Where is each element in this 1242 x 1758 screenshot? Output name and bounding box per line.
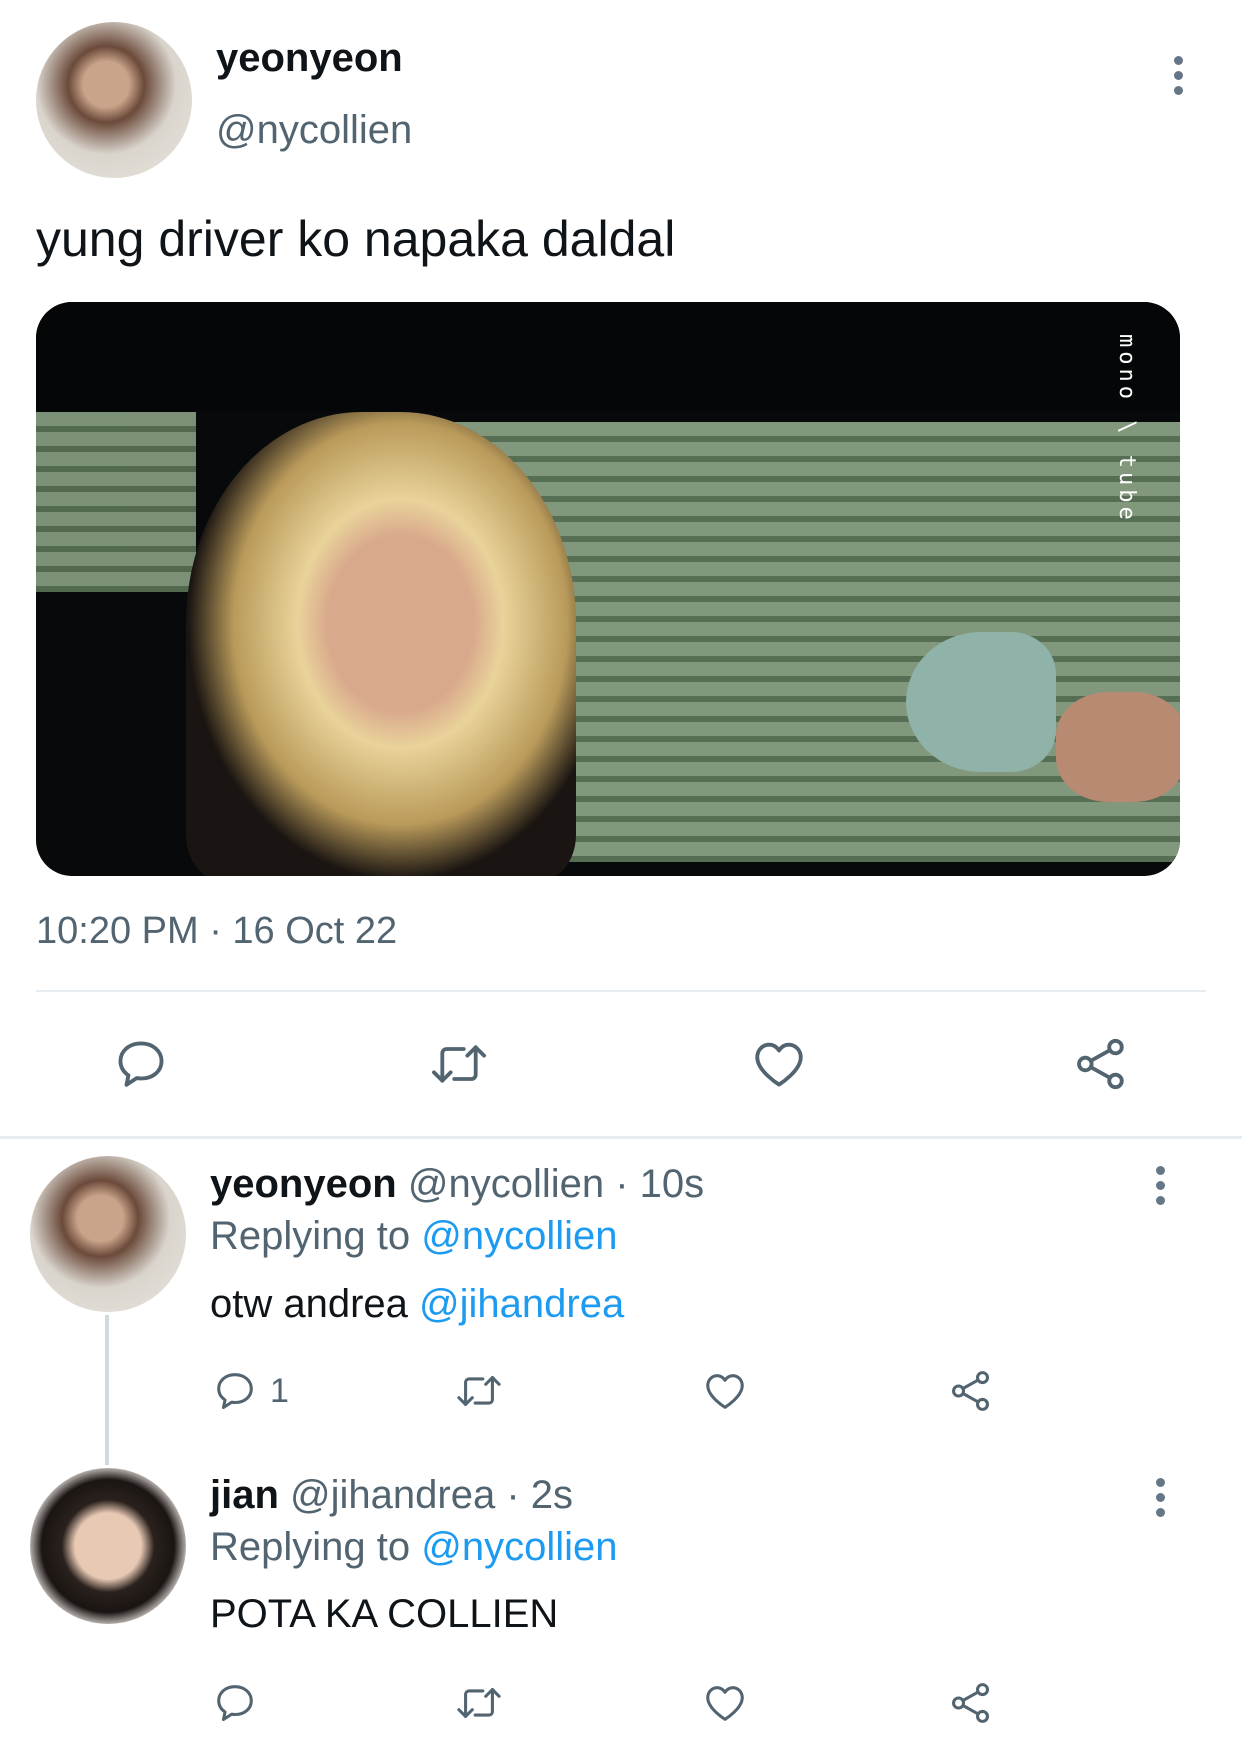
tweet-media[interactable]: mono \ tube: [36, 302, 1180, 876]
replying-handle-link[interactable]: @nycollien: [421, 1525, 617, 1569]
media-roof: [36, 302, 1180, 412]
share-icon[interactable]: [948, 1680, 994, 1726]
like-icon[interactable]: [702, 1368, 748, 1414]
reply-handle[interactable]: @jihandrea: [290, 1473, 495, 1517]
thread-line: [105, 1315, 109, 1465]
author-display-name[interactable]: yeonyeon: [216, 36, 403, 81]
reply-avatar[interactable]: [30, 1156, 186, 1312]
media-window-left: [36, 392, 196, 592]
section-divider: [0, 1136, 1242, 1139]
tweet-text: yung driver ko napaka daldal: [36, 211, 676, 267]
more-icon[interactable]: [1154, 1478, 1166, 1523]
mention-link[interactable]: @jihandrea: [419, 1282, 624, 1326]
like-icon[interactable]: [750, 1035, 808, 1093]
replying-to: Replying to @nycollien: [210, 1525, 618, 1570]
more-icon[interactable]: [1154, 1166, 1166, 1211]
like-icon[interactable]: [702, 1680, 748, 1726]
reply-display-name[interactable]: jian: [210, 1473, 279, 1517]
reply-time[interactable]: · 2s: [506, 1473, 573, 1517]
author-handle[interactable]: @nycollien: [216, 108, 412, 153]
reply-avatar[interactable]: [30, 1468, 186, 1624]
tweet-timestamp[interactable]: 10:20 PM · 16 Oct 22: [36, 910, 397, 953]
reply-header: jian @jihandrea · 2s: [210, 1473, 573, 1518]
replying-to: Replying to @nycollien: [210, 1214, 618, 1259]
reply-text: POTA KA COLLIEN: [210, 1592, 559, 1636]
reply-icon: [212, 1368, 258, 1414]
reply-text: otw andrea @jihandrea: [210, 1282, 624, 1327]
retweet-icon[interactable]: [454, 1680, 504, 1726]
reply-display-name[interactable]: yeonyeon: [210, 1162, 397, 1206]
media-hand: [1056, 692, 1180, 802]
reply-text-prefix: otw andrea: [210, 1282, 408, 1326]
reply-button[interactable]: 1: [212, 1368, 289, 1414]
more-icon[interactable]: [1172, 56, 1184, 101]
reply-count: 1: [270, 1371, 289, 1410]
author-avatar[interactable]: [36, 22, 192, 178]
retweet-icon[interactable]: [428, 1035, 490, 1093]
share-icon[interactable]: [948, 1368, 994, 1414]
replying-label: Replying to: [210, 1214, 411, 1258]
reply-icon[interactable]: [112, 1035, 170, 1093]
reply-time[interactable]: · 10s: [615, 1162, 704, 1206]
reply-handle[interactable]: @nycollien: [408, 1162, 604, 1206]
media-mirror: [906, 632, 1056, 772]
media-person: [186, 412, 576, 876]
reply-icon[interactable]: [212, 1680, 258, 1726]
reply-header: yeonyeon @nycollien · 10s: [210, 1162, 704, 1207]
replying-handle-link[interactable]: @nycollien: [421, 1214, 617, 1258]
divider: [36, 990, 1206, 992]
media-watermark: mono \ tube: [1114, 334, 1139, 524]
retweet-icon[interactable]: [454, 1368, 504, 1414]
replying-label: Replying to: [210, 1525, 411, 1569]
share-icon[interactable]: [1072, 1035, 1130, 1093]
